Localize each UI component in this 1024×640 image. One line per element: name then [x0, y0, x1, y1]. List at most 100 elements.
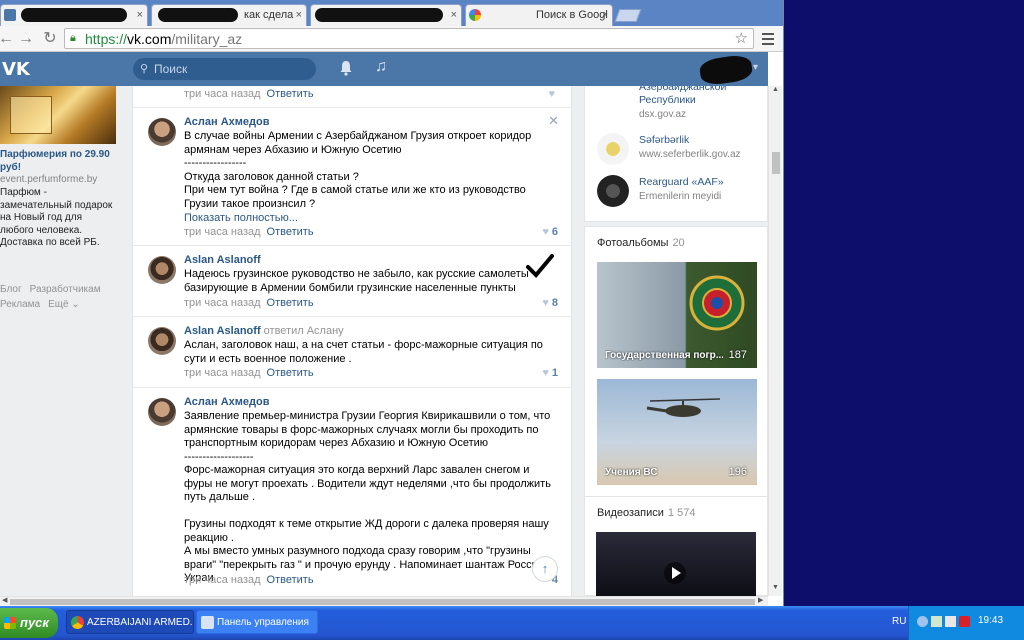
- helicopter-image: [646, 398, 721, 417]
- play-icon[interactable]: [664, 562, 686, 584]
- tab-1[interactable]: ×: [0, 4, 148, 26]
- like-button[interactable]: ♥ 8: [542, 297, 558, 309]
- comment-author[interactable]: Аслан Ахмедов: [184, 116, 270, 128]
- search-icon: ⚲: [140, 63, 149, 75]
- scrollbar-thumb[interactable]: [772, 152, 780, 174]
- url-path: /military_az: [171, 31, 243, 47]
- footer-links: Блог Разработчикам Реклама Ещё ⌄: [0, 282, 120, 312]
- show-more-link[interactable]: Показать полностью...: [184, 212, 298, 224]
- avatar[interactable]: [148, 118, 176, 146]
- clock[interactable]: 19:43: [978, 615, 1003, 626]
- scrollbar-thumb[interactable]: [10, 599, 755, 605]
- browser-menu-icon[interactable]: [760, 30, 776, 48]
- comment-author[interactable]: Аслан Ахмедов: [184, 396, 270, 408]
- reply-link[interactable]: Ответить: [267, 297, 314, 309]
- scroll-to-top-button[interactable]: ↑: [532, 556, 558, 582]
- link-title[interactable]: Səfərbərlik: [639, 134, 768, 147]
- reply-link[interactable]: Ответить: [267, 88, 314, 100]
- address-bar[interactable]: 🔒︎ https://vk.com/military_az ☆: [64, 28, 754, 49]
- close-tab-icon[interactable]: ×: [602, 5, 608, 25]
- link-title[interactable]: Rearguard «AAF»: [639, 176, 768, 189]
- footer-link-developers[interactable]: Разработчикам: [30, 284, 101, 295]
- back-arrow-icon[interactable]: ←: [0, 29, 16, 49]
- scroll-down-arrow-icon[interactable]: ▼: [772, 584, 779, 591]
- footer-link-more[interactable]: Ещё ⌄: [48, 299, 80, 310]
- avatar[interactable]: [148, 256, 176, 284]
- like-button[interactable]: ♥ 6: [542, 226, 558, 238]
- footer-link-blog[interactable]: Блог: [0, 284, 22, 295]
- comment-author[interactable]: Aslan Aslanoff ответил Аслану: [184, 325, 344, 337]
- start-button[interactable]: пуск: [0, 608, 58, 638]
- comment-author[interactable]: Aslan Aslanoff: [184, 254, 261, 266]
- chevron-down-icon[interactable]: ▾: [753, 62, 758, 73]
- ad-domain[interactable]: event.perfumforme.by: [0, 174, 97, 185]
- like-button[interactable]: ♥ 1: [542, 367, 558, 379]
- ad-image[interactable]: [0, 86, 116, 144]
- heart-icon: ♥: [542, 226, 549, 238]
- bookmark-star-icon[interactable]: ☆: [735, 29, 748, 47]
- new-tab-button[interactable]: [614, 9, 642, 22]
- link-domain: dsx.gov.az: [639, 109, 687, 120]
- comment-item: Aslan Aslanoff Надеюсь грузинское руково…: [133, 246, 573, 317]
- close-icon[interactable]: ✕: [548, 113, 559, 129]
- scroll-up-arrow-icon[interactable]: ▲: [772, 86, 779, 93]
- redacted-region: [158, 8, 238, 22]
- antivirus-icon[interactable]: [959, 616, 970, 627]
- url-host: vk.com: [127, 31, 172, 47]
- volume-icon[interactable]: [945, 616, 956, 627]
- search-input[interactable]: ⚲ Поиск: [133, 58, 316, 80]
- scroll-right-arrow-icon[interactable]: ▶: [758, 596, 763, 604]
- language-indicator[interactable]: RU: [892, 616, 906, 627]
- avatar[interactable]: [148, 327, 176, 355]
- avatar[interactable]: [148, 398, 176, 426]
- reply-link[interactable]: Ответить: [267, 367, 314, 379]
- horizontal-scrollbar[interactable]: ◀ ▶: [0, 596, 768, 606]
- tab-3[interactable]: ×: [310, 4, 462, 26]
- ad-title[interactable]: Парфюмерия по 29.90 руб!: [0, 148, 118, 174]
- vk-page: Парфюмерия по 29.90 руб! event.perfumfor…: [0, 86, 768, 596]
- videos-title[interactable]: Видеозаписи 1 574: [597, 507, 695, 519]
- footer-link-ads[interactable]: Реклама: [0, 299, 40, 310]
- taskbar-item-chrome[interactable]: AZERBAIJANI ARMED...: [66, 610, 194, 634]
- comment-time: три часа назад: [184, 297, 261, 309]
- section-title[interactable]: Видеозаписи: [597, 507, 664, 519]
- reply-link[interactable]: Ответить: [267, 226, 314, 238]
- bell-icon[interactable]: [339, 60, 353, 76]
- reply-link[interactable]: Ответить: [267, 574, 314, 586]
- like-button[interactable]: ♥: [548, 88, 558, 100]
- rearguard-emblem-icon: [597, 175, 629, 207]
- network-icon[interactable]: [917, 616, 928, 627]
- taskbar-item-control-panel[interactable]: Панель управления: [196, 610, 318, 634]
- comment-text: В случае войны Армении с Азербайджаном Г…: [184, 130, 532, 210]
- photo-album-card[interactable]: Учения ВС 196: [597, 379, 757, 485]
- comment-text: Аслан, заголовок наш, а на счет статьи -…: [184, 339, 543, 365]
- comment-text: Заявление премьер-министра Грузии Георги…: [184, 410, 551, 584]
- tab-title: Поиск в Googl: [536, 9, 608, 21]
- forward-arrow-icon[interactable]: →: [16, 29, 36, 49]
- section-title[interactable]: Фотоальбомы: [597, 237, 668, 249]
- section-count: 1 574: [667, 507, 696, 519]
- comment-meta: три часа назад Ответить: [184, 297, 314, 309]
- link-title[interactable]: Азербайджанской Республики: [639, 86, 768, 107]
- video-thumbnail[interactable]: [596, 532, 756, 596]
- comment-time: три часа назад: [184, 88, 261, 100]
- vk-logo[interactable]: VK: [2, 59, 30, 80]
- music-icon[interactable]: ♫: [375, 58, 387, 76]
- comment-meta: три часа назад Ответить: [184, 226, 314, 238]
- system-tray: [908, 606, 1024, 640]
- tab-4[interactable]: Поиск в Googl ×: [465, 4, 613, 26]
- tab-2[interactable]: как сдела ×: [151, 4, 307, 26]
- photo-album-card[interactable]: Государственная погр... 187: [597, 262, 757, 368]
- close-tab-icon[interactable]: ×: [296, 5, 302, 25]
- section-count: 20: [672, 237, 685, 249]
- reload-icon[interactable]: ↻: [40, 29, 60, 49]
- comment-time: три часа назад: [184, 367, 261, 379]
- scroll-left-arrow-icon[interactable]: ◀: [2, 596, 7, 604]
- close-tab-icon[interactable]: ×: [137, 5, 143, 25]
- vertical-scrollbar[interactable]: ▲ ▼: [768, 86, 782, 596]
- author-name[interactable]: Aslan Aslanoff: [184, 325, 261, 337]
- signal-icon[interactable]: [931, 616, 942, 627]
- photo-albums-title[interactable]: Фотоальбомы 20: [597, 237, 685, 249]
- close-tab-icon[interactable]: ×: [451, 5, 457, 25]
- vk-header: VK ⚲ Поиск ♫ ▾: [0, 52, 768, 87]
